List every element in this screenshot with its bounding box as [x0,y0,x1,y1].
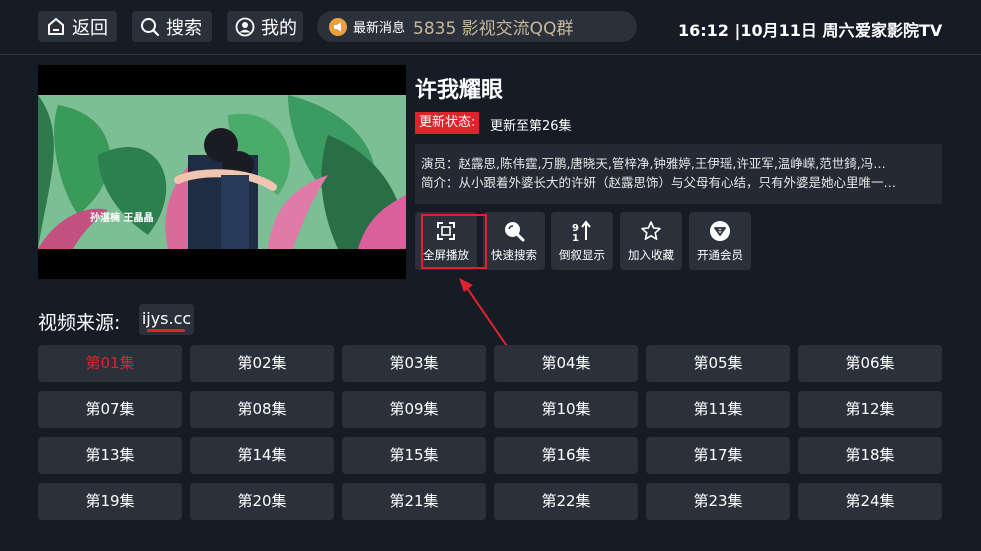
search-label: 搜索 [166,17,202,39]
home-icon [46,17,66,37]
episode-button[interactable]: 第14集 [190,437,334,474]
brand-name: 爱家影院TV [855,21,943,40]
subtitle-overlay: 孙湛楠 王晶晶 [90,213,154,224]
mine-label: 我的 [261,17,297,39]
star-icon [640,220,662,242]
episode-button[interactable]: 第05集 [646,345,790,382]
megaphone-icon [329,17,347,36]
episode-button[interactable]: 第07集 [38,391,182,428]
episode-button[interactable]: 第17集 [646,437,790,474]
episode-button[interactable]: 第08集 [190,391,334,428]
episode-button[interactable]: 第23集 [646,483,790,520]
vip-button[interactable]: 开通会员 [689,212,751,270]
episode-button[interactable]: 第15集 [342,437,486,474]
episode-button[interactable]: 第20集 [190,483,334,520]
info-box: 演员：赵露思,陈伟霆,万鹏,唐晓天,管梓净,钟雅婷,王伊瑶,许亚军,温峥嵘,范世… [415,144,942,204]
top-bar: 返回 搜索 我的 最新消息 5835 影视交流QQ群 16:12 |10月11日… [0,0,981,55]
favorite-button[interactable]: 加入收藏 [620,212,682,270]
video-player[interactable]: 孙湛楠 王晶晶 [38,65,406,279]
source-label: 视频来源: [38,312,121,334]
synopsis-text: 简介：从小跟着外婆长大的许妍（赵露思饰）与父母有心结，只有外婆是她心里唯一… [421,175,897,190]
video-title: 许我耀眼 [415,78,504,103]
source-chip[interactable]: ijys.cc [139,304,194,335]
quick-search-label: 快速搜索 [491,247,537,262]
video-frame: 孙湛楠 王晶晶 [38,95,406,249]
source-underline [147,329,185,332]
episode-button[interactable]: 第10集 [494,391,638,428]
episode-button[interactable]: 第03集 [342,345,486,382]
episode-button[interactable]: 第11集 [646,391,790,428]
episode-button[interactable]: 第13集 [38,437,182,474]
status-badge: 更新状态: [415,112,480,134]
user-icon [235,17,255,37]
episode-button[interactable]: 第04集 [494,345,638,382]
quick-search-button[interactable]: 快速搜索 [483,212,545,270]
episode-button[interactable]: 第02集 [190,345,334,382]
episode-button[interactable]: 第12集 [798,391,942,428]
episode-button[interactable]: 第19集 [38,483,182,520]
search-icon [140,17,160,37]
news-label: 最新消息 [353,21,406,36]
episode-button[interactable]: 第18集 [798,437,942,474]
episode-button[interactable]: 第24集 [798,483,942,520]
back-label: 返回 [72,17,108,39]
reverse-order-label: 倒叙显示 [559,247,605,262]
source-name: ijys.cc [141,309,192,328]
back-button[interactable]: 返回 [38,11,117,42]
svg-text:1: 1 [572,233,579,242]
mine-button[interactable]: 我的 [227,11,303,42]
focus-highlight-box [421,214,487,269]
news-text: 5835 影视交流QQ群 [413,19,574,39]
news-ticker[interactable]: 最新消息 5835 影视交流QQ群 [317,11,637,42]
episode-button[interactable]: 第21集 [342,483,486,520]
clock: 16:12 |10月11日 周六 [678,21,855,40]
search-button[interactable]: 搜索 [132,11,212,42]
episode-button[interactable]: 第16集 [494,437,638,474]
episode-button[interactable]: 第09集 [342,391,486,428]
episode-button[interactable]: 第22集 [494,483,638,520]
status-value: 更新至第26集 [490,119,572,134]
favorite-label: 加入收藏 [628,247,674,262]
vip-label: 开通会员 [697,247,743,262]
cast-text: 演员：赵露思,陈伟霆,万鹏,唐晓天,管梓净,钟雅婷,王伊瑶,许亚军,温峥嵘,范世… [421,156,886,171]
episode-button[interactable]: 第01集 [38,345,182,382]
search-icon [503,220,525,242]
episode-button[interactable]: 第06集 [798,345,942,382]
reverse-order-button[interactable]: 91 倒叙显示 [551,212,613,270]
vip-icon [709,220,731,242]
sort-icon: 91 [571,219,593,242]
